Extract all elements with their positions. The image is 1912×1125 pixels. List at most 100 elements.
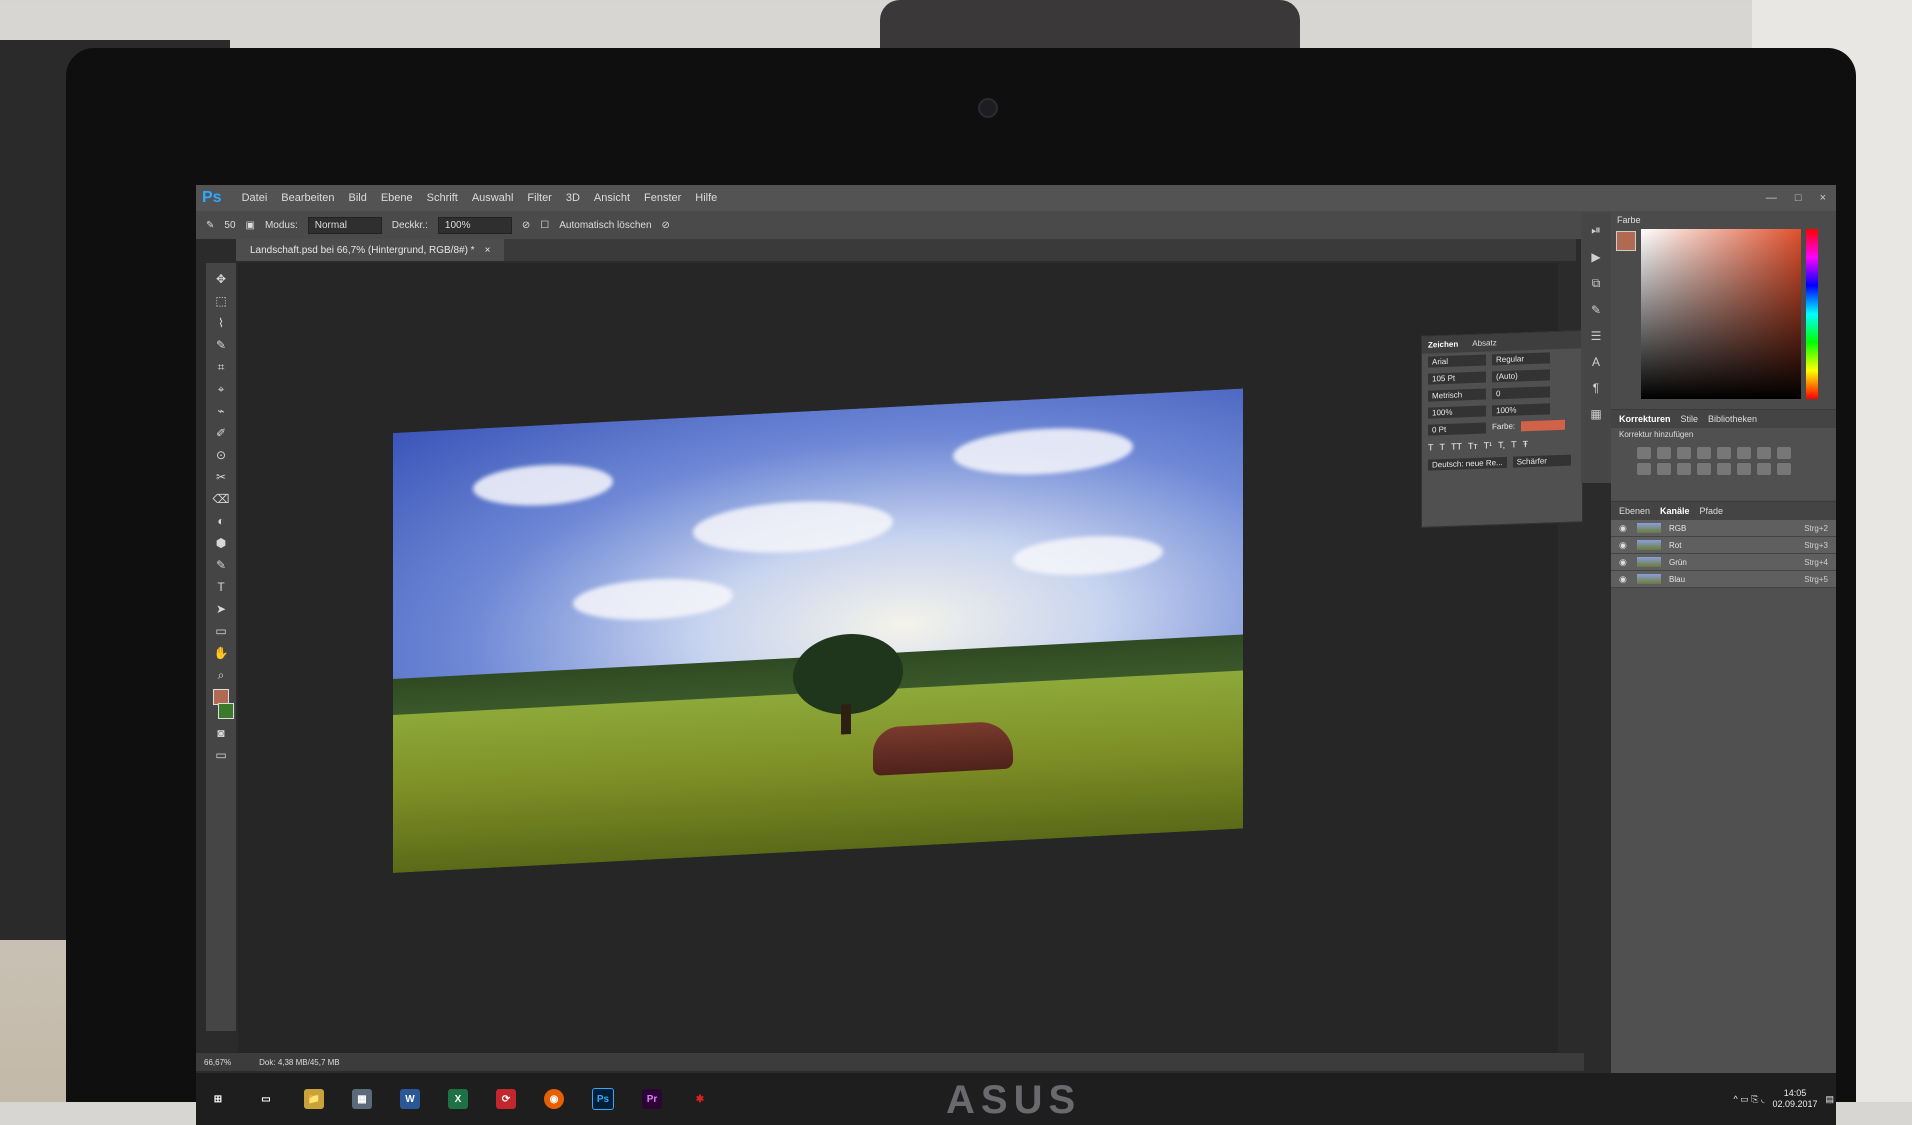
brush-tool-icon[interactable]: ✐ [212, 425, 230, 441]
tab-korrekturen[interactable]: Korrekturen [1619, 414, 1671, 424]
eraser-tool-icon[interactable]: ⌫ [212, 491, 230, 507]
canvas-area[interactable] [238, 263, 1558, 1053]
pen-tool-icon[interactable]: ✎ [212, 557, 230, 573]
antialias-select[interactable]: Schärfer [1512, 454, 1571, 468]
faux-bold-button[interactable]: T [1428, 442, 1434, 452]
underline-button[interactable]: T [1511, 439, 1517, 449]
color-picker-field[interactable] [1641, 229, 1801, 399]
character-icon[interactable]: A [1592, 355, 1600, 369]
opacity-field[interactable]: 100% [437, 216, 512, 234]
horizontal-scale-field[interactable]: 100% [1492, 403, 1550, 417]
tab-kanaele[interactable]: Kanäle [1660, 506, 1690, 516]
eye-icon[interactable]: ◉ [1619, 574, 1629, 584]
color-lookup-icon[interactable] [1677, 463, 1691, 475]
screen-mode-icon[interactable]: ▭ [212, 747, 230, 763]
notification-icon[interactable]: ▤ [1825, 1094, 1834, 1105]
adjust-icon[interactable]: ☰ [1591, 329, 1602, 343]
levels-icon[interactable] [1657, 447, 1671, 459]
gradient-map-icon[interactable] [1757, 463, 1771, 475]
quick-select-tool-icon[interactable]: ✎ [212, 337, 230, 353]
pressure-size-icon[interactable]: ⊘ [662, 220, 670, 231]
text-color-swatch[interactable] [1521, 419, 1566, 432]
leading-field[interactable]: (Auto) [1492, 369, 1550, 383]
baseline-shift-field[interactable]: 0 Pt [1428, 422, 1486, 436]
brush-size[interactable]: 50 [224, 220, 235, 231]
strikethrough-button[interactable]: Ŧ [1523, 439, 1529, 449]
color-panel-swatch[interactable] [1616, 231, 1636, 251]
clock[interactable]: 14:05 02.09.2017 [1772, 1088, 1817, 1110]
modus-select[interactable]: Normal [307, 216, 382, 234]
menu-hilfe[interactable]: Hilfe [695, 192, 717, 204]
font-size-field[interactable]: 105 Pt [1428, 371, 1486, 385]
superscript-button[interactable]: T¹ [1484, 440, 1493, 450]
color-balance-icon[interactable] [1757, 447, 1771, 459]
channel-row[interactable]: ◉ Blau Strg+5 [1611, 571, 1836, 588]
brush-tool-icon[interactable]: ✎ [206, 220, 214, 231]
all-caps-button[interactable]: TT [1451, 441, 1462, 451]
kerning-field[interactable]: Metrisch [1428, 388, 1486, 402]
tab-pfade[interactable]: Pfade [1700, 506, 1724, 516]
zoom-tool-icon[interactable]: ⌕ [212, 667, 230, 683]
store-icon[interactable]: ▦ [352, 1089, 372, 1109]
maximize-button[interactable]: □ [1795, 192, 1802, 204]
landscape-image[interactable] [393, 388, 1243, 873]
invert-icon[interactable] [1697, 463, 1711, 475]
menu-filter[interactable]: Filter [527, 192, 551, 204]
brush-presets-icon[interactable]: ✎ [1591, 303, 1601, 317]
start-icon[interactable]: ⊞ [208, 1089, 228, 1109]
eyedropper-tool-icon[interactable]: ⌖ [212, 381, 230, 397]
language-select[interactable]: Deutsch: neue Re... [1428, 456, 1507, 471]
tab-zeichen[interactable]: Zeichen [1428, 340, 1458, 350]
minimize-button[interactable]: — [1766, 192, 1777, 204]
exposure-icon[interactable] [1697, 447, 1711, 459]
hue-slider[interactable] [1806, 229, 1818, 399]
tab-bibliotheken[interactable]: Bibliotheken [1708, 414, 1757, 424]
premiere-icon[interactable]: Pr [642, 1089, 662, 1109]
menu-schrift[interactable]: Schrift [427, 192, 458, 204]
stamp-tool-icon[interactable]: ⊙ [212, 447, 230, 463]
threshold-icon[interactable] [1737, 463, 1751, 475]
photo-filter-icon[interactable] [1637, 463, 1651, 475]
menu-datei[interactable]: Datei [242, 192, 268, 204]
move-tool-icon[interactable]: ✥ [212, 271, 230, 287]
menu-bild[interactable]: Bild [348, 192, 366, 204]
brightness-icon[interactable] [1637, 447, 1651, 459]
hue-sat-icon[interactable] [1737, 447, 1751, 459]
menu-ebene[interactable]: Ebene [381, 192, 413, 204]
channel-mixer-icon[interactable] [1657, 463, 1671, 475]
hand-tool-icon[interactable]: ✋ [212, 645, 230, 661]
blur-tool-icon[interactable]: ⬢ [212, 535, 230, 551]
tab-stile[interactable]: Stile [1681, 414, 1699, 424]
small-caps-button[interactable]: Tт [1468, 441, 1478, 451]
menu-fenster[interactable]: Fenster [644, 192, 681, 204]
background-color-swatch[interactable] [218, 703, 234, 719]
excel-icon[interactable]: X [448, 1089, 468, 1109]
zoom-level[interactable]: 66,67% [204, 1058, 231, 1067]
posterize-icon[interactable] [1717, 463, 1731, 475]
grid-icon[interactable]: ▦ [1590, 407, 1601, 421]
close-button[interactable]: × [1820, 192, 1826, 204]
eye-icon[interactable]: ◉ [1619, 540, 1629, 550]
selective-color-icon[interactable] [1777, 463, 1791, 475]
type-tool-icon[interactable]: T [212, 579, 230, 595]
photoshop-taskbar-icon[interactable]: Ps [592, 1088, 614, 1110]
menu-3d[interactable]: 3D [566, 192, 580, 204]
tray-icons[interactable]: ^ ▭ ⎘ ◟ [1734, 1094, 1765, 1105]
crop-tool-icon[interactable]: ⌗ [212, 359, 230, 375]
tab-absatz[interactable]: Absatz [1472, 338, 1496, 348]
actions-icon[interactable]: ▶ [1591, 250, 1600, 264]
healing-tool-icon[interactable]: ⌁ [212, 403, 230, 419]
eye-icon[interactable]: ◉ [1619, 523, 1629, 533]
subscript-button[interactable]: T, [1498, 440, 1505, 450]
shape-tool-icon[interactable]: ▭ [212, 623, 230, 639]
history-brush-icon[interactable]: ✂ [212, 469, 230, 485]
quick-mask-icon[interactable]: ◙ [212, 725, 230, 741]
gradient-tool-icon[interactable]: ◐ [212, 513, 230, 529]
vibrance-icon[interactable] [1717, 447, 1731, 459]
file-explorer-icon[interactable]: 📁 [304, 1089, 324, 1109]
tracking-field[interactable]: 0 [1492, 386, 1550, 400]
menu-auswahl[interactable]: Auswahl [472, 192, 514, 204]
tab-farbe[interactable]: Farbe [1617, 215, 1641, 225]
channel-row[interactable]: ◉ RGB Strg+2 [1611, 520, 1836, 537]
document-tab[interactable]: Landschaft.psd bei 66,7% (Hintergrund, R… [236, 239, 505, 261]
